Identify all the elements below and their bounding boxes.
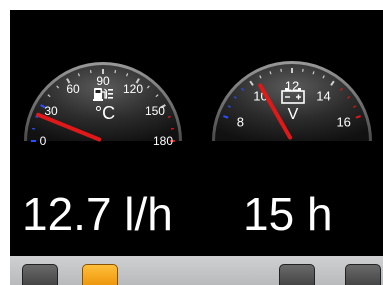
display-screen: 0306090120150180 °C 810121416 — [10, 10, 383, 256]
temperature-scale-label: 90 — [96, 74, 110, 88]
soft-key-2[interactable] — [82, 264, 118, 285]
engine-hours-readout: 15 h — [243, 188, 333, 240]
fuel-rate-readout: 12.7 l/h — [22, 188, 173, 240]
voltage-gauge: 810121416 V — [212, 61, 372, 141]
soft-key-4[interactable] — [345, 264, 381, 285]
temperature-scale-label: 0 — [40, 134, 47, 148]
voltage-scale-label: 16 — [336, 115, 350, 130]
temperature-scale-label: 60 — [66, 82, 80, 96]
soft-key-1[interactable] — [22, 264, 58, 285]
temperature-scale-label: 150 — [145, 104, 165, 118]
voltage-unit-label: V — [288, 106, 299, 123]
voltage-scale-label: 14 — [316, 88, 330, 103]
temperature-scale-label: 120 — [123, 82, 143, 96]
temperature-tick — [114, 69, 117, 74]
temperature-tick — [89, 69, 92, 74]
gauge-panel: 0306090120150180 °C 810121416 V — [24, 61, 372, 148]
temperature-gauge: 0306090120150180 °C — [24, 62, 182, 148]
temperature-scale-label: 180 — [153, 134, 173, 148]
temperature-tick — [31, 127, 36, 130]
soft-key-bar — [10, 256, 383, 285]
voltage-scale-label: 8 — [237, 115, 244, 130]
temperature-tick — [170, 127, 175, 130]
soft-key-3[interactable] — [279, 264, 315, 285]
temperature-unit-label: °C — [95, 103, 115, 123]
